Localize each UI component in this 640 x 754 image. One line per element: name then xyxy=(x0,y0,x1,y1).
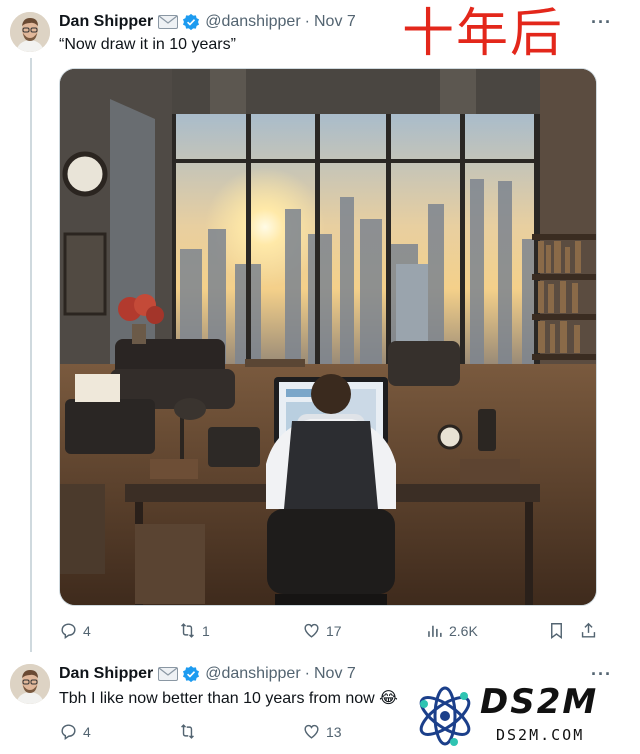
reply-button[interactable]: 4 xyxy=(59,621,91,640)
more-options-icon[interactable]: ··· xyxy=(591,12,612,33)
tweet-header: Dan Shipper @danshipper · Nov 7 xyxy=(59,663,356,685)
heart-icon xyxy=(304,623,319,638)
watermark-url: DS2M.COM xyxy=(496,726,585,744)
reply-count: 4 xyxy=(83,723,91,740)
tweet-date[interactable]: Nov 7 xyxy=(314,13,356,31)
analytics-icon xyxy=(428,625,442,637)
author-handle[interactable]: @danshipper xyxy=(205,665,300,683)
like-count: 17 xyxy=(326,622,342,639)
overlay-caption: 十年后 xyxy=(402,4,565,64)
reply-button[interactable]: 4 xyxy=(59,722,91,741)
share-icon xyxy=(581,622,596,638)
repost-icon xyxy=(181,724,194,739)
tweet-date[interactable]: Nov 7 xyxy=(314,665,356,683)
share-button[interactable] xyxy=(579,621,603,640)
thread-connector-line xyxy=(30,58,32,652)
watermark: DS2M DS2M.COM xyxy=(412,680,636,752)
repost-count: 1 xyxy=(202,622,210,639)
tweet-image[interactable] xyxy=(59,68,597,606)
watermark-brand: DS2M xyxy=(480,682,599,722)
like-count: 13 xyxy=(326,723,342,740)
tweet-text: “Now draw it in 10 years” xyxy=(59,36,236,53)
like-button[interactable]: 17 xyxy=(302,621,342,640)
avatar[interactable] xyxy=(10,664,50,704)
views-count: 2.6K xyxy=(449,622,478,639)
mail-icon xyxy=(158,15,179,29)
heart-icon xyxy=(304,724,319,739)
atom-logo-icon xyxy=(419,686,471,746)
tweet-actions: 4 1 17 2.6K xyxy=(59,621,605,645)
repost-icon xyxy=(181,623,194,638)
avatar[interactable] xyxy=(10,12,50,52)
verified-badge-icon[interactable] xyxy=(182,665,200,683)
author-handle[interactable]: @danshipper xyxy=(205,13,300,31)
repost-button[interactable]: 1 xyxy=(178,621,210,640)
author-name[interactable]: Dan Shipper xyxy=(59,665,153,683)
repost-button[interactable] xyxy=(178,722,202,741)
like-button[interactable]: 13 xyxy=(302,722,342,741)
reply-icon xyxy=(61,623,76,640)
bookmark-button[interactable] xyxy=(547,621,571,640)
mail-icon xyxy=(158,667,179,681)
separator-dot: · xyxy=(304,665,310,682)
verified-badge-icon[interactable] xyxy=(182,13,200,31)
reply-icon xyxy=(61,724,76,741)
office-illustration xyxy=(60,69,596,605)
separator-dot: · xyxy=(304,13,310,30)
reply-count: 4 xyxy=(83,622,91,639)
views-button[interactable]: 2.6K xyxy=(425,621,478,640)
tweet-text: Tbh I like now better than 10 years from… xyxy=(59,690,398,707)
tweet-actions: 4 13 xyxy=(59,722,379,746)
bookmark-icon xyxy=(551,623,562,640)
author-name[interactable]: Dan Shipper xyxy=(59,13,153,31)
tweet-header: Dan Shipper @danshipper · Nov 7 xyxy=(59,11,356,33)
